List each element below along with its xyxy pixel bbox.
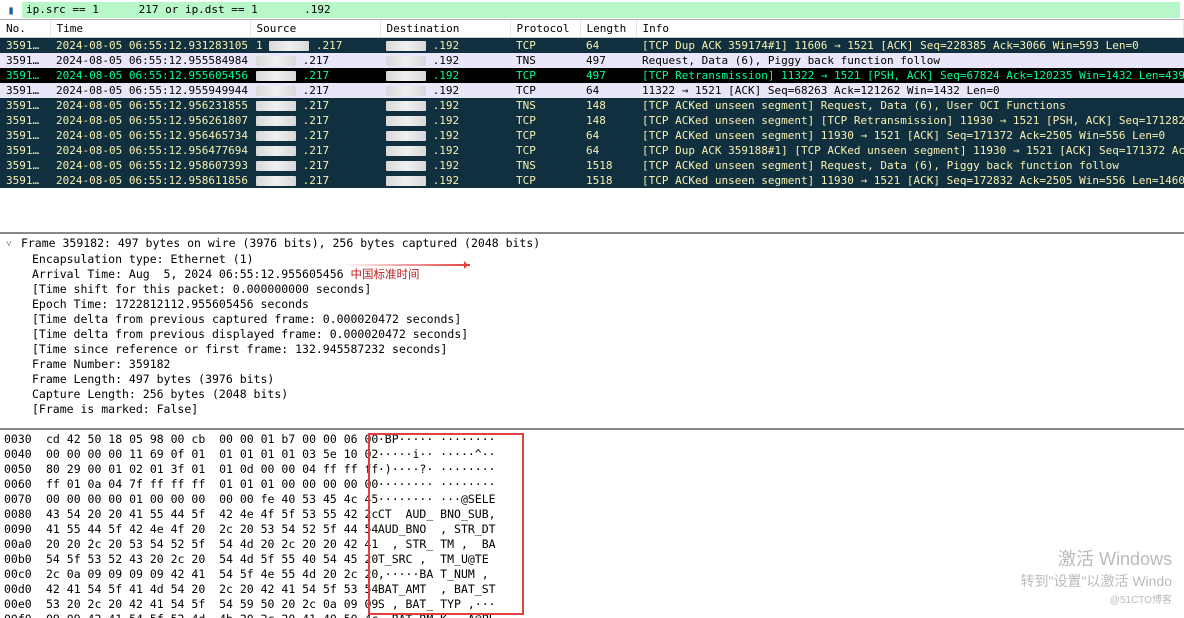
detail-line[interactable]: Frame Length: 497 bytes (3976 bits): [4, 372, 1180, 387]
hex-row[interactable]: 008043 54 20 20 41 55 44 5f 42 4e 4f 5f …: [4, 507, 1180, 522]
detail-line[interactable]: Encapsulation type: Ethernet (1): [4, 252, 1180, 267]
col-header-info[interactable]: Info: [636, 20, 1184, 38]
detail-line[interactable]: [Time delta from previous displayed fram…: [4, 327, 1180, 342]
collapse-icon[interactable]: ˅: [4, 237, 14, 252]
detail-line[interactable]: [Frame is marked: False]: [4, 402, 1180, 417]
hex-row[interactable]: 00b054 5f 53 52 43 20 2c 20 54 4d 5f 55 …: [4, 552, 1180, 567]
hex-row[interactable]: 00e053 20 2c 20 42 41 54 5f 54 59 50 20 …: [4, 597, 1180, 612]
packet-row[interactable]: 3591…2024-08-05 06:55:12.955949944 .217 …: [0, 83, 1184, 98]
packet-details-pane[interactable]: ˅ Frame 359182: 497 bytes on wire (3976 …: [0, 234, 1184, 430]
packet-row[interactable]: 3591…2024-08-05 06:55:12.956261807 .217 …: [0, 113, 1184, 128]
hex-row[interactable]: 0030cd 42 50 18 05 98 00 cb 00 00 01 b7 …: [4, 432, 1180, 447]
bookmark-icon[interactable]: ▮: [4, 3, 18, 17]
packet-hex-pane[interactable]: 0030cd 42 50 18 05 98 00 cb 00 00 01 b7 …: [0, 430, 1184, 618]
packet-list-pane[interactable]: No. Time Source Destination Protocol Len…: [0, 20, 1184, 234]
detail-line[interactable]: Frame Number: 359182: [4, 357, 1180, 372]
hex-row[interactable]: 0060ff 01 0a 04 7f ff ff ff 01 01 01 00 …: [4, 477, 1180, 492]
col-header-protocol[interactable]: Protocol: [510, 20, 580, 38]
packet-row[interactable]: 3591…2024-08-05 06:55:12.956231855 .217 …: [0, 98, 1184, 113]
annotation-arrow: [340, 264, 470, 266]
hex-row[interactable]: 00d042 41 54 5f 41 4d 54 20 2c 20 42 41 …: [4, 582, 1180, 597]
packet-row[interactable]: 3591…2024-08-05 06:55:12.956465734 .217 …: [0, 128, 1184, 143]
detail-line[interactable]: [Time delta from previous captured frame…: [4, 312, 1180, 327]
col-header-destination[interactable]: Destination: [380, 20, 510, 38]
col-header-length[interactable]: Length: [580, 20, 636, 38]
packet-row[interactable]: 3591…2024-08-05 06:55:12.955584984 .217 …: [0, 53, 1184, 68]
filter-bar: ▮: [0, 0, 1184, 20]
frame-header[interactable]: ˅ Frame 359182: 497 bytes on wire (3976 …: [4, 236, 1180, 252]
packet-row[interactable]: 3591…2024-08-05 06:55:12.9312831051 .217…: [0, 38, 1184, 54]
packet-row[interactable]: 3591…2024-08-05 06:55:12.955605456 .217 …: [0, 68, 1184, 83]
detail-line[interactable]: [Time since reference or first frame: 13…: [4, 342, 1180, 357]
display-filter-input[interactable]: [22, 2, 1180, 18]
col-header-no[interactable]: No.: [0, 20, 50, 38]
packet-table: No. Time Source Destination Protocol Len…: [0, 20, 1184, 188]
hex-row[interactable]: 007000 00 00 00 01 00 00 00 00 00 fe 40 …: [4, 492, 1180, 507]
detail-line[interactable]: Capture Length: 256 bytes (2048 bits): [4, 387, 1180, 402]
hex-row[interactable]: 009041 55 44 5f 42 4e 4f 20 2c 20 53 54 …: [4, 522, 1180, 537]
detail-line[interactable]: [Time shift for this packet: 0.000000000…: [4, 282, 1180, 297]
packet-row[interactable]: 3591…2024-08-05 06:55:12.956477694 .217 …: [0, 143, 1184, 158]
hex-row[interactable]: 00a020 20 2c 20 53 54 52 5f 54 4d 20 2c …: [4, 537, 1180, 552]
packet-row[interactable]: 3591…2024-08-05 06:55:12.958611856 .217 …: [0, 173, 1184, 188]
col-header-source[interactable]: Source: [250, 20, 380, 38]
col-header-time[interactable]: Time: [50, 20, 250, 38]
hex-row[interactable]: 00c02c 0a 09 09 09 09 42 41 54 5f 4e 55 …: [4, 567, 1180, 582]
detail-line[interactable]: Arrival Time: Aug 5, 2024 06:55:12.95560…: [4, 267, 1180, 282]
detail-line[interactable]: Epoch Time: 1722812112.955605456 seconds: [4, 297, 1180, 312]
hex-row[interactable]: 005080 29 00 01 02 01 3f 01 01 0d 00 00 …: [4, 462, 1180, 477]
packet-row[interactable]: 3591…2024-08-05 06:55:12.958607393 .217 …: [0, 158, 1184, 173]
hex-row[interactable]: 00f009 09 42 41 54 5f 52 4d 4b 20 2c 20 …: [4, 612, 1180, 618]
hex-row[interactable]: 004000 00 00 00 11 69 0f 01 01 01 01 01 …: [4, 447, 1180, 462]
